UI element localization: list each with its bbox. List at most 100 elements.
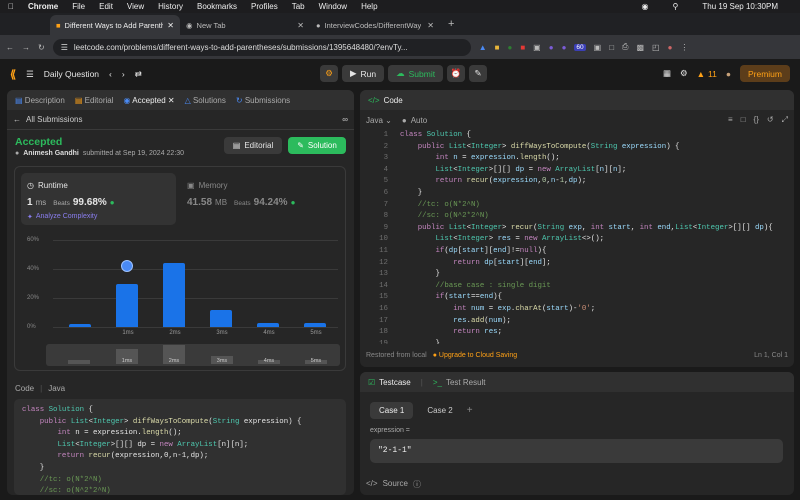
extension-icon[interactable]: ▣ xyxy=(594,43,602,52)
close-tab-icon[interactable]: ✕ xyxy=(427,21,434,30)
debug-icon[interactable]: ⚙ xyxy=(320,65,338,82)
language-select[interactable]: Java ⌄ xyxy=(366,116,392,125)
url-bar[interactable]: ☰ leetcode.com/problems/different-ways-t… xyxy=(52,38,471,56)
menu-profiles[interactable]: Profiles xyxy=(251,2,278,11)
braces-icon[interactable]: {} xyxy=(754,115,759,125)
runtime-chart[interactable]: 60% 40% 20% 0% 1ms 2ms 3ms 4ms 5ms xyxy=(15,227,347,337)
menu-edit[interactable]: Edit xyxy=(99,2,113,11)
chart-bar[interactable] xyxy=(69,324,91,327)
problem-list-icon[interactable]: ☰ xyxy=(26,69,34,80)
add-case-icon[interactable]: + xyxy=(467,405,473,416)
leetcode-logo-icon[interactable]: ⟪ xyxy=(10,68,16,81)
chart-bar[interactable] xyxy=(304,322,326,327)
close-tab-icon[interactable]: ✕ xyxy=(297,21,304,30)
menu-help[interactable]: Help xyxy=(361,2,377,11)
bookmark-icon[interactable]: □ xyxy=(741,115,746,125)
memory-header[interactable]: ▣ Memory xyxy=(187,181,227,190)
extensions-puzzle-icon[interactable]: ▩ xyxy=(636,43,644,52)
range-slider[interactable]: 1ms 2ms 3ms 4ms 5ms xyxy=(46,344,340,366)
solution-button[interactable]: ✎ Solution xyxy=(288,137,346,154)
chart-bar[interactable] xyxy=(163,263,185,327)
tab-submissions[interactable]: ↻ Submissions xyxy=(236,96,290,105)
extension-icon[interactable]: ⎙ xyxy=(622,42,628,52)
reset-icon[interactable]: ↺ xyxy=(767,115,774,125)
wifi-icon[interactable]: ◉ xyxy=(642,2,649,11)
prev-problem-icon[interactable]: ‹ xyxy=(109,69,112,79)
editor-code-area[interactable]: 1 class Solution { 2 public List<Integer>… xyxy=(360,130,794,344)
extension-badge[interactable]: 60 xyxy=(574,43,586,51)
help-icon[interactable]: ⓘ xyxy=(413,479,421,490)
close-tab-icon[interactable]: ✕ xyxy=(168,96,175,105)
menu-view[interactable]: View xyxy=(127,2,144,11)
cast-icon[interactable]: ◰ xyxy=(652,43,660,52)
format-icon[interactable]: ≡ xyxy=(728,115,733,125)
share-link-icon[interactable]: ∞ xyxy=(342,115,348,124)
tab-test-result[interactable]: >_ Test Result xyxy=(433,378,486,387)
auto-mode[interactable]: Auto xyxy=(411,116,427,125)
expression-input[interactable]: "2-1-1" xyxy=(370,439,783,463)
tab-solutions[interactable]: △ Solutions xyxy=(185,96,226,105)
profile-avatar[interactable]: ● xyxy=(668,43,673,52)
timer-icon[interactable]: ⏰ xyxy=(447,65,466,82)
run-button[interactable]: ▶ Run xyxy=(342,65,385,82)
fullscreen-icon[interactable]: ⤢ xyxy=(782,115,788,125)
chart-bar[interactable] xyxy=(257,322,279,327)
reload-icon[interactable]: ↻ xyxy=(38,43,45,52)
editorial-button[interactable]: ▤ Editorial xyxy=(224,137,282,154)
chart-bar[interactable] xyxy=(210,309,232,327)
source-link[interactable]: </> Source ⓘ xyxy=(366,479,421,490)
back-icon[interactable]: ← xyxy=(6,43,14,52)
menu-window[interactable]: Window xyxy=(319,2,347,11)
browser-tab-github[interactable]: ● InterviewCodes/DifferentWay ✕ xyxy=(310,15,440,35)
case-1-tab[interactable]: Case 1 xyxy=(370,402,414,419)
clock-text[interactable]: Thu 19 Sep 10:30PM xyxy=(702,2,778,11)
tab-description[interactable]: ▤ Description xyxy=(15,96,65,105)
extension-icon[interactable]: ▣ xyxy=(533,43,541,52)
next-problem-icon[interactable]: › xyxy=(122,69,125,79)
menu-file[interactable]: File xyxy=(72,2,85,11)
layout-icon[interactable]: ▦ xyxy=(663,68,671,79)
streak-count[interactable]: 11 xyxy=(708,69,717,79)
extension-icon[interactable]: ■ xyxy=(495,43,500,52)
github-favicon-icon: ● xyxy=(316,20,321,30)
submission-meta: ● Animesh Gandhi submitted at Sep 19, 20… xyxy=(15,150,184,157)
back-to-submissions[interactable]: ← All Submissions ∞ xyxy=(13,115,348,124)
browser-tab-newtab[interactable]: ◉ New Tab ✕ xyxy=(180,15,310,35)
notes-icon[interactable]: ✎ xyxy=(469,65,488,82)
settings-icon[interactable]: ⚙ xyxy=(680,68,688,79)
author-name[interactable]: Animesh Gandhi xyxy=(23,150,79,157)
extension-icon[interactable]: ● xyxy=(507,43,512,52)
app-name[interactable]: Chrome xyxy=(28,2,58,11)
menu-tab[interactable]: Tab xyxy=(292,2,305,11)
extension-icon[interactable]: ▲ xyxy=(479,43,487,52)
upgrade-link[interactable]: ● Upgrade to Cloud Saving xyxy=(433,352,517,359)
case-2-tab[interactable]: Case 2 xyxy=(421,402,458,419)
analyze-complexity-link[interactable]: ✦ Analyze Complexity xyxy=(27,213,97,221)
premium-button[interactable]: Premium xyxy=(739,65,790,82)
menu-history[interactable]: History xyxy=(158,2,183,11)
tab-testcase[interactable]: ☑ Testcase xyxy=(368,378,411,387)
submit-button[interactable]: ☁ Submit xyxy=(388,65,444,82)
submitted-code-block[interactable]: class Solution { public List<Integer> di… xyxy=(14,399,346,495)
forward-icon[interactable]: → xyxy=(22,43,30,52)
extension-icon[interactable]: ● xyxy=(549,43,554,52)
search-icon[interactable]: ⚲ xyxy=(673,2,679,11)
new-tab-icon[interactable]: + xyxy=(448,18,454,30)
site-info-icon[interactable]: ☰ xyxy=(61,43,68,52)
menu-bookmarks[interactable]: Bookmarks xyxy=(197,2,237,11)
user-avatar[interactable]: ● xyxy=(726,69,731,79)
shuffle-icon[interactable]: ⇄ xyxy=(135,69,142,80)
url-text[interactable]: leetcode.com/problems/different-ways-to-… xyxy=(74,43,408,52)
apple-icon[interactable]:  xyxy=(8,2,14,11)
tab-editorial[interactable]: ▤ Editorial xyxy=(75,96,114,105)
close-tab-icon[interactable]: ✕ xyxy=(167,21,174,30)
extension-icon[interactable]: □ xyxy=(609,43,614,52)
streak-fire-icon[interactable]: ▲ xyxy=(697,69,705,79)
chart-bar[interactable] xyxy=(116,283,138,327)
more-icon[interactable]: ⋮ xyxy=(680,43,688,52)
extension-icon[interactable]: ■ xyxy=(520,43,525,52)
extension-icon[interactable]: ● xyxy=(562,43,567,52)
daily-question-title[interactable]: Daily Question xyxy=(44,69,99,79)
browser-tab-leetcode[interactable]: ■ Different Ways to Add Parenthe ✕ xyxy=(50,15,180,35)
tab-accepted[interactable]: ◉ Accepted ✕ xyxy=(124,96,175,105)
